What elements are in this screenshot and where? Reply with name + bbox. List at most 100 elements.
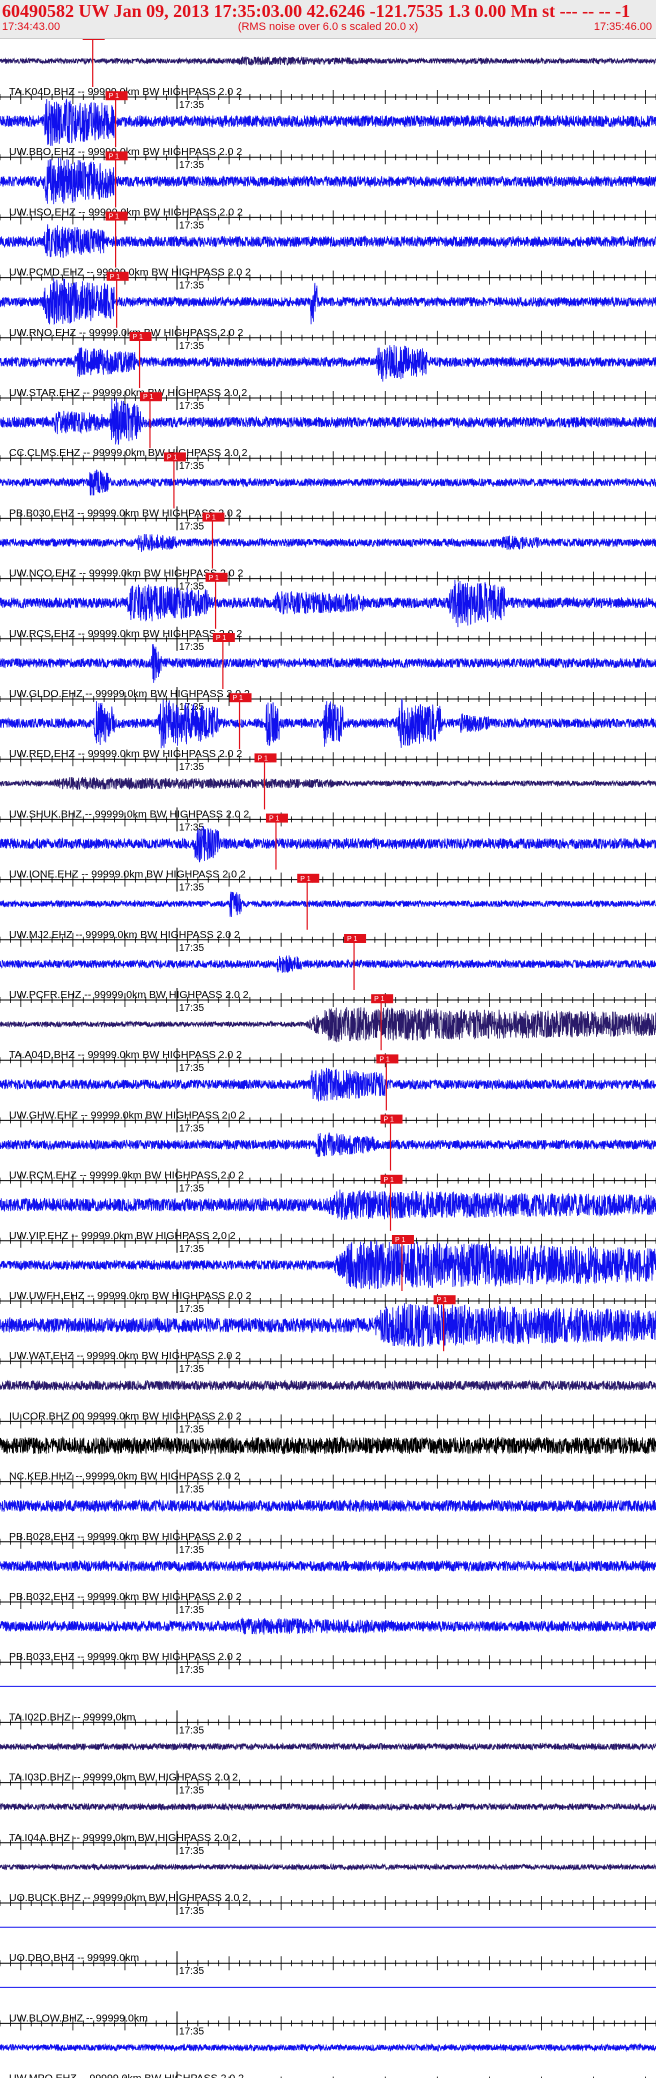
trace-row: 17:35 UW.MJ2.EHZ -- 99999.0km BW HIGHPASS…: [0, 873, 656, 954]
waveform-trace: [0, 278, 656, 326]
trace-row: 17:35 UW.UWFH.EHZ -- 99999.0km BW HIGHPAS…: [0, 1235, 656, 1315]
station-label: PB.B032.EHZ -- 99999.0km BW HIGHPASS 2.0…: [9, 1591, 242, 1603]
trace-row: 17:35 PB.B033.EHZ -- 99999.0km BW HIGHPAS…: [0, 1617, 656, 1676]
station-label: TA.I04A.BHZ -- 99999.0km BW HIGHPASS 2.0…: [9, 1832, 238, 1844]
station-label: UW.IONE.EHZ -- 99999.0km BW HIGHPASS 2.0…: [9, 869, 246, 881]
trace-row: 17:35UW.HSO.EHZ -- 99999.0km BW HIGHPASS…: [0, 151, 656, 231]
waveform-trace: [0, 644, 656, 683]
station-label: TA.I02D.BHZ -- 99999.0km: [9, 1711, 136, 1723]
station-label: UW.PCFR.EHZ -- 99999.0km BW HIGHPASS 2.0…: [9, 989, 249, 1001]
waveform-trace: [0, 1617, 656, 1635]
pick-label: P 1: [384, 1117, 394, 1124]
station-label: UW.RCS.EHZ -- 99999.0km BW HIGHPASS 2.0 …: [9, 628, 242, 640]
trace-row: 17:35 CC.CLMS.EHZ -- 99999.0km BW HIGHPAS…: [0, 392, 656, 472]
trace-row: 17:35 NC.KEB.HHZ -- 99999.0km BW HIGHPASS…: [0, 1435, 656, 1496]
pick-label: P 1: [86, 39, 96, 40]
minute-tick-label: 17:35: [179, 1725, 204, 1736]
pick-label: P 1: [109, 214, 119, 221]
minute-tick-label: 17:35: [179, 1665, 204, 1676]
waveform-trace: [0, 1240, 656, 1290]
minute-tick-label: 17:35: [179, 521, 204, 532]
trace-row: 17:35 UW.PCMD.EHZ -- 99999.0km BW HIGHPAS…: [0, 211, 656, 292]
station-label: UW.STAR.EHZ -- 99999.0km BW HIGHPASS 2.0…: [9, 387, 247, 399]
pick-label: P 1: [233, 695, 243, 702]
trace-row: 17:35 IU.COR.BHZ 00 99999.0km BW HIGHPASS…: [0, 1379, 656, 1435]
station-label: TA.A04D.BHZ -- 99999.0km BW HIGHPASS 2.0…: [9, 1049, 242, 1061]
waveform-trace: [0, 1132, 656, 1158]
trace-row: 17:35 TA.I03D.BHZ -- 99999.0km BW HIGHPAS…: [0, 1741, 656, 1797]
trace-row: 17:35 UW.RCM.EHZ -- 99999.0km BW HIGHPASS…: [0, 1114, 656, 1195]
minute-tick-label: 17:35: [179, 100, 204, 111]
station-label: UW.UWFH.EHZ -- 99999.0km BW HIGHPASS 2.0…: [9, 1290, 252, 1302]
minute-tick-label: 17:35: [179, 220, 204, 231]
minute-tick-label: 17:35: [179, 1605, 204, 1616]
waveform-trace: [0, 891, 656, 918]
trace-row: 17:35 UO.DBO.BHZ -- 99999.0km: [0, 1926, 656, 1977]
trace-row: 17:35 UW.RCS.EHZ -- 99999.0km BW HIGHPASS…: [0, 572, 656, 653]
minute-tick-label: 17:35: [179, 822, 204, 833]
event-header: 60490582 UW Jan 09, 2013 17:35:03.00 42.…: [0, 0, 656, 39]
pick-label: P 1: [269, 816, 279, 823]
station-label: UO.BUCK.BHZ -- 99999.0km BW HIGHPASS 2.0…: [9, 1892, 248, 1904]
minute-tick-label: 17:35: [179, 1184, 204, 1195]
station-label: UW.RCM.EHZ -- 99999.0km BW HIGHPASS 2.0 …: [9, 1170, 244, 1182]
pick-label: P 1: [209, 575, 219, 582]
pick-label: P 1: [109, 153, 119, 160]
minute-tick-label: 17:35: [179, 1786, 204, 1797]
station-label: TA.I03D.BHZ -- 99999.0km BW HIGHPASS 2.0…: [9, 1772, 238, 1784]
waveform-trace: [0, 1379, 656, 1392]
waveform-trace: [0, 1741, 656, 1752]
minute-tick-label: 17:35: [179, 2026, 204, 2037]
window-end-time: 17:35:46.00: [593, 21, 652, 33]
waveform-trace: [0, 1303, 656, 1348]
pick-label: P 1: [109, 93, 119, 100]
minute-tick-label: 17:35: [179, 1364, 204, 1375]
pick-label: P 1: [110, 274, 120, 281]
waveform-trace: [0, 1189, 656, 1220]
minute-tick-label: 17:35: [179, 1485, 204, 1496]
minute-tick-label: 17:35: [179, 762, 204, 773]
minute-tick-label: 17:35: [179, 1846, 204, 1857]
trace-row: 17:35UW.NCO.EHZ -- 99999.0km BW HIGHPASS…: [0, 512, 656, 593]
trace-row: 17:35 UO.BUCK.BHZ -- 99999.0km BW HIGHPAS…: [0, 1862, 656, 1917]
station-label: UW.BLOW.BHZ -- 99999.0km: [9, 2012, 148, 2024]
pick-label: P 1: [395, 1237, 405, 1244]
pick-label: P 1: [374, 996, 384, 1003]
trace-row: 17:35 UW.IONE.EHZ -- 99999.0km BW HIGHPAS…: [0, 813, 656, 894]
trace-row: 17:35PB.B030.EHZ -- 99999.0km BW HIGHPAS…: [0, 452, 656, 532]
waveform-trace: [0, 1067, 656, 1102]
minute-tick-label: 17:35: [179, 281, 204, 292]
station-label: UW.VIP.EHZ -- 99999.0km BW HIGHPASS 2.0 …: [9, 1230, 236, 1242]
pick-label: P 1: [300, 876, 310, 883]
waveform-trace: [0, 344, 656, 382]
trace-row: 17:35 TA.A04D.BHZ -- 99999.0km BW HIGHPAS…: [0, 994, 656, 1074]
trace-row: 17:35 UW.WAT.EHZ -- 99999.0km BW HIGHPASS…: [0, 1295, 656, 1375]
minute-tick-label: 17:35: [179, 642, 204, 653]
pick-label: P 1: [133, 334, 143, 341]
minute-tick-label: 17:35: [179, 1304, 204, 1315]
minute-tick-label: 17:35: [179, 1003, 204, 1014]
station-label: UW.RED.EHZ -- 99999.0km BW HIGHPASS 2.0 …: [9, 748, 242, 760]
minute-tick-label: 17:35: [179, 883, 204, 894]
minute-tick-label: 17:35: [179, 160, 204, 171]
pick-label: P 1: [258, 755, 268, 762]
pick-label: P 1: [379, 1056, 389, 1063]
waveform-trace: [0, 1498, 656, 1513]
waveform-trace: [0, 1435, 656, 1455]
trace-row: 17:35 UW.GHW.EHZ -- 99999.0km BW HIGHPASS…: [0, 1054, 656, 1134]
trace-row: 17:35 UW.GLDO.EHZ -- 99999.0km BW HIGHPAS…: [0, 633, 656, 713]
trace-row: 17:35 UW.SHUK.BHZ -- 99999.0km BW HIGHPAS…: [0, 753, 656, 833]
station-label: UW.MPO.EHZ -- 99999.0km BW HIGHPASS 2.0 …: [9, 2073, 244, 2078]
waveform-trace: [0, 533, 656, 553]
pick-label: P 1: [143, 394, 153, 401]
waveform-trace: [0, 157, 656, 205]
waveform-trace: [0, 98, 656, 146]
noise-scaling-note: (RMS noise over 6.0 s scaled 20.0 x): [237, 21, 419, 33]
station-label: UW.GHW.EHZ -- 99999.0km BW HIGHPASS 2.0 …: [9, 1109, 245, 1121]
station-label: UW.RNO.EHZ -- 99999.0km BW HIGHPASS 2.0 …: [9, 327, 244, 339]
minute-tick-label: 17:35: [179, 1063, 204, 1074]
station-label: CC.CLMS.EHZ -- 99999.0km BW HIGHPASS 2.0…: [9, 447, 248, 459]
trace-row: 17:35 PB.B028.EHZ -- 99999.0km BW HIGHPAS…: [0, 1498, 656, 1556]
trace-row: 17:35UW.MPO.EHZ -- 99999.0km BW HIGHPASS…: [0, 2042, 656, 2078]
minute-tick-label: 17:35: [179, 943, 204, 954]
